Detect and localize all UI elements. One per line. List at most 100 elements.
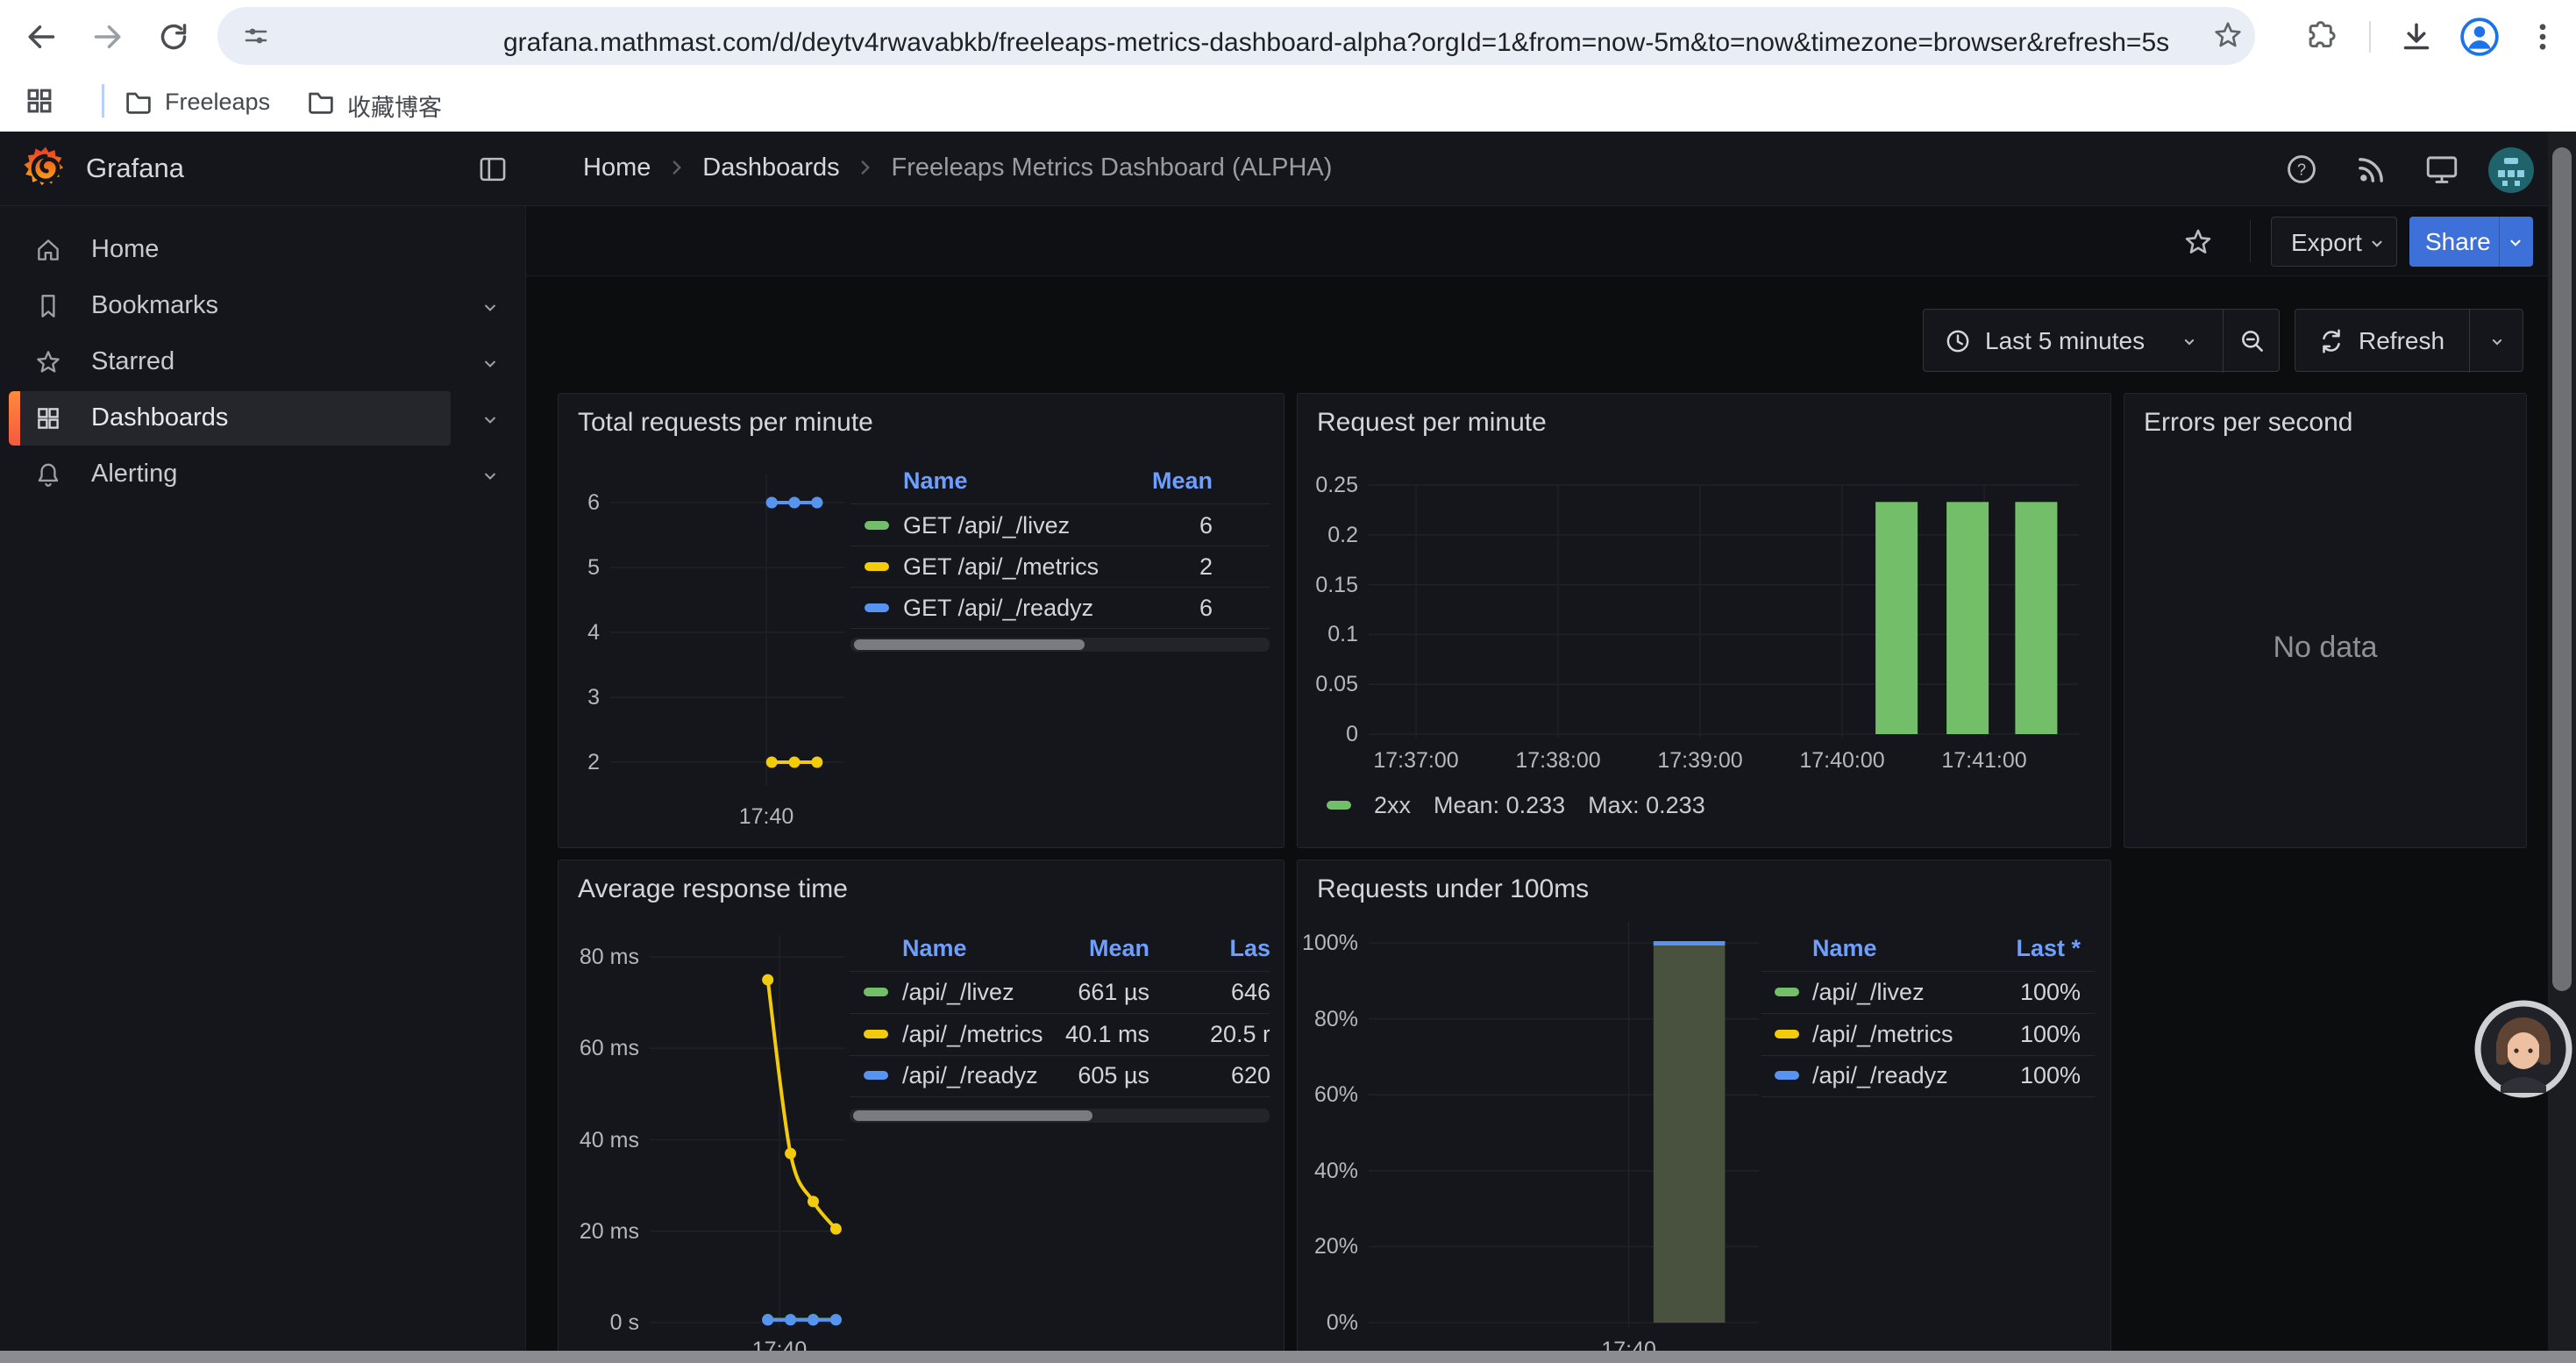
chevron-down-icon[interactable]: [479, 353, 502, 375]
forward-icon[interactable]: [89, 19, 125, 54]
help-icon[interactable]: ?: [2283, 151, 2320, 188]
panel-title[interactable]: Errors per second: [2144, 408, 2352, 438]
share-caret-button[interactable]: [2505, 232, 2526, 253]
refresh-group-divider: [2469, 310, 2470, 373]
bar-2xx[interactable]: [1946, 502, 1989, 734]
time-range-button[interactable]: Last 5 minutes: [1924, 310, 2222, 373]
refresh-caret-button[interactable]: [2487, 332, 2507, 352]
brand-text: Grafana: [86, 153, 184, 184]
series-point[interactable]: [785, 1314, 796, 1325]
chart-request-per-minute[interactable]: 0.250.20.150.10.05017:37:0017:38:0017:39…: [1298, 394, 2110, 847]
sidebar-selected-bg: [9, 391, 451, 446]
y-axis-tick-label: 0 s: [559, 1309, 639, 1337]
home-icon: [33, 235, 63, 265]
back-icon[interactable]: [25, 19, 60, 54]
legend-row[interactable]: /api/_/metrics40.1 ms20.5 r: [850, 1014, 1270, 1054]
legend-row[interactable]: /api/_/livez661 µs646: [850, 972, 1270, 1012]
series-point[interactable]: [808, 1195, 819, 1207]
url-bar[interactable]: grafana.mathmast.com/d/deytv4rwavabkb/fr…: [217, 7, 2255, 65]
screen: grafana.mathmast.com/d/deytv4rwavabkb/fr…: [0, 0, 2576, 1363]
panel-request-per-minute: Request per minute 0.250.20.150.10.05017…: [1297, 393, 2111, 848]
apps-grid-icon[interactable]: [23, 84, 56, 118]
series-point[interactable]: [830, 1224, 842, 1235]
chart-requests-under-100ms[interactable]: 100%80%60%40%20%0%17:40NameLast */api/_/…: [1298, 860, 2110, 1362]
bookmarks-divider: [102, 84, 104, 118]
series-point[interactable]: [830, 1314, 842, 1325]
sidebar-collapse-icon[interactable]: [476, 153, 509, 186]
assistant-avatar-widget[interactable]: [2474, 1000, 2572, 1098]
sidebar-item-label: Dashboards: [91, 403, 228, 432]
reload-icon[interactable]: [156, 19, 191, 54]
chevron-down-icon[interactable]: [479, 409, 502, 432]
series-point[interactable]: [762, 974, 773, 986]
kiosk-monitor-icon[interactable]: [2423, 151, 2460, 188]
breadcrumb-home[interactable]: Home: [583, 153, 651, 182]
bookmark-star-icon[interactable]: [2211, 19, 2245, 53]
user-avatar[interactable]: [2487, 146, 2536, 195]
legend-column-header[interactable]: Last *: [1761, 935, 2081, 962]
chevron-down-icon[interactable]: [479, 465, 502, 488]
sidebar-item-starred[interactable]: Starred: [0, 335, 526, 389]
chart-svg-request-per-minute: [1298, 394, 2110, 847]
bar-2xx[interactable]: [2015, 502, 2057, 734]
legend-column-header[interactable]: Mean: [850, 467, 1213, 495]
series-point[interactable]: [808, 1314, 819, 1325]
export-button[interactable]: Export: [2271, 217, 2397, 267]
legend-row[interactable]: /api/_/metrics100%: [1761, 1014, 2095, 1054]
download-icon[interactable]: [2399, 19, 2434, 54]
legend-row[interactable]: GET /api/_/livez6: [850, 505, 1270, 546]
legend-row[interactable]: GET /api/_/readyz6: [850, 588, 1270, 628]
series-point[interactable]: [811, 757, 822, 768]
favorite-star-icon[interactable]: [2181, 225, 2215, 259]
extensions-icon[interactable]: [2306, 20, 2338, 52]
chevron-down-icon: [2180, 332, 2199, 352]
sidebar-item-alerting[interactable]: Alerting: [0, 447, 526, 502]
grafana-logo-icon[interactable]: [21, 144, 70, 193]
series-point[interactable]: [762, 1314, 773, 1325]
sidebar-item-bookmarks[interactable]: Bookmarks: [0, 279, 526, 333]
zoom-out-button[interactable]: [2238, 326, 2267, 356]
legend-row[interactable]: /api/_/livez100%: [1761, 972, 2095, 1012]
share-button[interactable]: Share: [2409, 217, 2533, 267]
legend-row[interactable]: /api/_/readyz605 µs620: [850, 1055, 1270, 1095]
legend-inline[interactable]: 2xxMean: 0.233Max: 0.233: [1327, 790, 1705, 820]
band-fill[interactable]: [1654, 943, 1726, 1323]
site-info-icon[interactable]: [242, 22, 270, 50]
url-text[interactable]: grafana.mathmast.com/d/deytv4rwavabkb/fr…: [503, 28, 2169, 58]
legend-series-name[interactable]: 2xx: [1374, 792, 1411, 819]
refresh-button[interactable]: Refresh: [2295, 310, 2469, 373]
news-rss-icon[interactable]: [2353, 151, 2390, 188]
legend-scrollbar-thumb[interactable]: [853, 1110, 1092, 1121]
time-group-divider: [2223, 310, 2224, 373]
legend-column-header[interactable]: Las: [850, 935, 1270, 962]
dashboard-actions-row: Export Share: [526, 206, 2576, 276]
series-point[interactable]: [785, 1148, 796, 1160]
menu-icon[interactable]: [2525, 19, 2560, 54]
series-point[interactable]: [766, 757, 778, 768]
breadcrumb-dashboards[interactable]: Dashboards: [702, 153, 839, 182]
series-point[interactable]: [811, 497, 822, 509]
panel-total-requests-per-minute: Total requests per minute 6543217:40Name…: [558, 393, 1284, 848]
legend-value: 620: [850, 1062, 1270, 1089]
chart-total-requests[interactable]: 6543217:40NameMeanGET /api/_/livez6GET /…: [559, 394, 1284, 847]
series-point[interactable]: [766, 497, 778, 509]
profile-icon[interactable]: [2459, 16, 2501, 58]
legend-value: 6: [850, 512, 1213, 539]
sidebar-item-home[interactable]: Home: [0, 223, 526, 277]
legend-row[interactable]: /api/_/readyz100%: [1761, 1055, 2095, 1095]
bar-2xx[interactable]: [1875, 502, 1918, 734]
sidebar-item-dashboards[interactable]: Dashboards: [0, 391, 526, 446]
chart-average-response-time[interactable]: 80 ms60 ms40 ms20 ms0 s17:40NameMeanLas/…: [559, 860, 1284, 1362]
legend-row[interactable]: GET /api/_/metrics2: [850, 546, 1270, 587]
series-point[interactable]: [789, 757, 801, 768]
legend-scrollbar-thumb[interactable]: [854, 639, 1085, 650]
export-label: Export: [2291, 229, 2362, 257]
window-bottom-edge: [0, 1351, 2576, 1363]
y-axis-tick-label: 0.05: [1298, 670, 1358, 698]
y-axis-tick-label: 0.2: [1298, 521, 1358, 549]
y-axis-tick-label: 40%: [1298, 1157, 1358, 1185]
series-point[interactable]: [789, 497, 801, 509]
chevron-down-icon[interactable]: [479, 296, 502, 319]
page-scrollbar-thumb[interactable]: [2552, 147, 2572, 991]
legend-value: 100%: [1761, 1062, 2081, 1089]
